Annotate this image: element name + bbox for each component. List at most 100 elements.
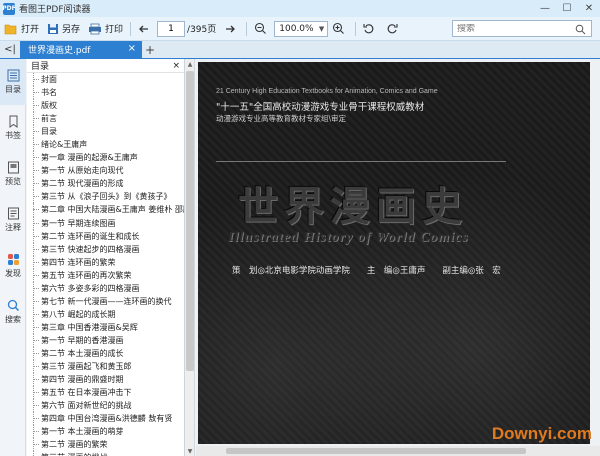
open-label: 打开 — [21, 25, 40, 35]
outline-item[interactable]: 第七节 新一代漫画——连环画的换代 — [27, 294, 184, 308]
search-box[interactable] — [452, 20, 592, 37]
toolbar-divider — [355, 21, 357, 36]
outline-item[interactable]: 第二节 漫画的繁荣 — [27, 438, 184, 452]
outline-item[interactable]: 第五节 连环画的再次繁荣 — [27, 268, 184, 282]
outline-item[interactable]: 第四节 漫画的鼎盛时期 — [27, 373, 184, 387]
rotate-right-button[interactable] — [382, 19, 405, 39]
toolbar-divider — [246, 21, 248, 36]
rail-item-preview[interactable]: 预览 — [0, 151, 26, 197]
outline-item[interactable]: 第二节 连环画的诞生和成长 — [27, 229, 184, 243]
printer-icon — [89, 23, 102, 34]
document-hscrollbar[interactable] — [196, 446, 600, 456]
zoom-out-icon — [255, 22, 267, 34]
outline-item[interactable]: 第五节 在日本漫画冲击下 — [27, 386, 184, 400]
outline-panel: 目录 × 封面 书名 版权 前言 目录 绪论&王庸声 第一章 漫画的起源&王庸声 第一节 从原… — [27, 59, 185, 456]
print-button[interactable]: 打印 — [84, 19, 127, 39]
save-as-label: 另存 — [62, 25, 81, 35]
outline-item[interactable]: 第三节 漫画起飞和黄玉郎 — [27, 360, 184, 374]
outline-item[interactable]: 第六节 面对新世纪的挑战 — [27, 399, 184, 413]
outline-item[interactable]: 第四章 中国台湾漫画&洪德麟 敖有贤 — [27, 412, 184, 426]
outline-item[interactable]: 第三节 从《浪子回头》到《黄孩子》 — [27, 190, 184, 204]
rail-label: 预览 — [5, 177, 21, 186]
tab-bar: <| 世界漫画史.pdf × + — [0, 41, 600, 59]
cover-title: 世界漫画史 — [238, 183, 468, 230]
list-icon — [7, 69, 19, 82]
bookmark-icon — [9, 115, 17, 128]
rail-item-search[interactable]: 搜索 — [0, 289, 26, 335]
rail-item-discover[interactable]: 发现 — [0, 243, 26, 289]
outline-item[interactable]: 第一节 从原始走向现代 — [27, 164, 184, 178]
close-icon[interactable]: × — [172, 61, 180, 71]
prev-page-button[interactable] — [134, 19, 157, 39]
next-page-button[interactable] — [220, 19, 243, 39]
outline-item[interactable]: 第二章 中国大陆漫画&王庸声 姜维朴 邵胜 — [27, 203, 184, 217]
zoom-out-button[interactable] — [250, 19, 274, 39]
outline-item[interactable]: 第六节 多姿多彩的四格漫画 — [27, 281, 184, 295]
outline-item[interactable]: 第一章 漫画的起源&王庸声 — [27, 151, 184, 165]
outline-item[interactable]: 前言 — [27, 112, 184, 126]
outline-item[interactable]: 封面 — [27, 73, 184, 87]
tab-title: 世界漫画史.pdf — [28, 46, 91, 56]
scroll-up-icon[interactable]: ▲ — [185, 59, 195, 69]
pdf-page: 21 Century High Education Textbooks for … — [198, 62, 590, 444]
page-number-input[interactable] — [157, 20, 186, 37]
collapse-sidebar-button[interactable]: <| — [0, 41, 20, 58]
outline-item[interactable]: 目录 — [27, 125, 184, 139]
rail-label: 搜索 — [5, 315, 21, 324]
cover-english-series: 21 Century High Education Textbooks for … — [216, 88, 438, 95]
document-view[interactable]: 21 Century High Education Textbooks for … — [196, 59, 600, 456]
outline-item[interactable]: 第一节 早期连续图画 — [27, 216, 184, 230]
scrollbar-thumb[interactable] — [186, 71, 194, 371]
rail-item-annotations[interactable]: 注释 — [0, 197, 26, 243]
search-icon[interactable] — [575, 24, 586, 35]
app-logo-icon: PDF — [2, 2, 16, 15]
rotate-right-icon — [387, 23, 398, 33]
tab-document[interactable]: 世界漫画史.pdf × — [20, 41, 142, 58]
outline-item[interactable]: 第八节 崛起的成长期 — [27, 307, 184, 321]
outline-item[interactable]: 第一节 早期的香港漫画 — [27, 333, 184, 347]
outline-title: 目录 — [31, 62, 50, 72]
save-as-button[interactable]: 另存 — [43, 19, 84, 39]
minimize-button[interactable]: — — [534, 0, 556, 17]
zoom-value: 100.0% — [279, 23, 314, 34]
rail-item-outline[interactable]: 目录 — [0, 59, 26, 105]
zoom-in-icon — [333, 22, 345, 34]
rail-item-bookmarks[interactable]: 书签 — [0, 105, 26, 151]
zoom-select[interactable]: 100.0% ▼ — [274, 20, 329, 37]
outline-item[interactable]: 第三节 快速起步的四格漫画 — [27, 242, 184, 256]
rotate-left-button[interactable] — [359, 19, 382, 39]
maximize-button[interactable]: ☐ — [556, 0, 578, 17]
zoom-in-button[interactable] — [328, 19, 352, 39]
open-button[interactable]: 打开 — [0, 19, 43, 39]
cover-divider — [216, 161, 506, 162]
cover-subtitle: Illustrated History of World Comics — [228, 230, 469, 245]
outline-item[interactable]: 第三节 漫画的挑战 — [27, 451, 184, 456]
outline-item[interactable]: 第四节 连环画的繁荣 — [27, 255, 184, 269]
outline-item[interactable]: 第二节 本土漫画的成长 — [27, 346, 184, 361]
close-window-button[interactable]: ✕ — [578, 0, 600, 17]
outline-item[interactable]: 书名 — [27, 86, 184, 100]
page-total: /395页 — [187, 25, 217, 35]
outline-item[interactable]: 第三章 中国香港漫画&吴辉 — [27, 320, 184, 334]
outline-item[interactable]: 第一节 本土漫画的萌芽 — [27, 425, 184, 439]
close-tab-icon[interactable]: × — [128, 43, 136, 54]
outline-list: 封面 书名 版权 前言 目录 绪论&王庸声 第一章 漫画的起源&王庸声 第一节 从原始走向现代… — [27, 73, 184, 456]
rotate-left-icon — [363, 23, 374, 33]
outline-header: 目录 × — [27, 59, 184, 73]
toolbar-divider — [130, 21, 132, 36]
outline-scrollbar[interactable]: ▲ ▼ — [185, 59, 195, 456]
scroll-down-icon[interactable]: ▼ — [185, 446, 195, 456]
outline-item[interactable]: 绪论&王庸声 — [27, 138, 184, 152]
arrow-left-icon — [139, 25, 149, 32]
outline-item[interactable]: 第二节 现代漫画的形成 — [27, 177, 184, 191]
new-tab-button[interactable]: + — [142, 41, 158, 58]
rail-label: 书签 — [5, 131, 21, 140]
outline-item[interactable]: 版权 — [27, 99, 184, 113]
side-rail: 目录 书签 预览 注释 发现 搜索 — [0, 59, 26, 456]
folder-open-icon — [4, 24, 17, 34]
watermark-logo: Downyi.com — [491, 424, 592, 443]
cover-credits: 策 划◎北京电影学院动画学院 主 编◎王庸声 副主编◎张 宏 — [232, 266, 501, 276]
scrollbar-thumb[interactable] — [226, 448, 526, 454]
title-bar: PDF 看图王PDF阅读器 — ☐ ✕ — [0, 0, 600, 17]
search-input[interactable] — [457, 23, 567, 34]
